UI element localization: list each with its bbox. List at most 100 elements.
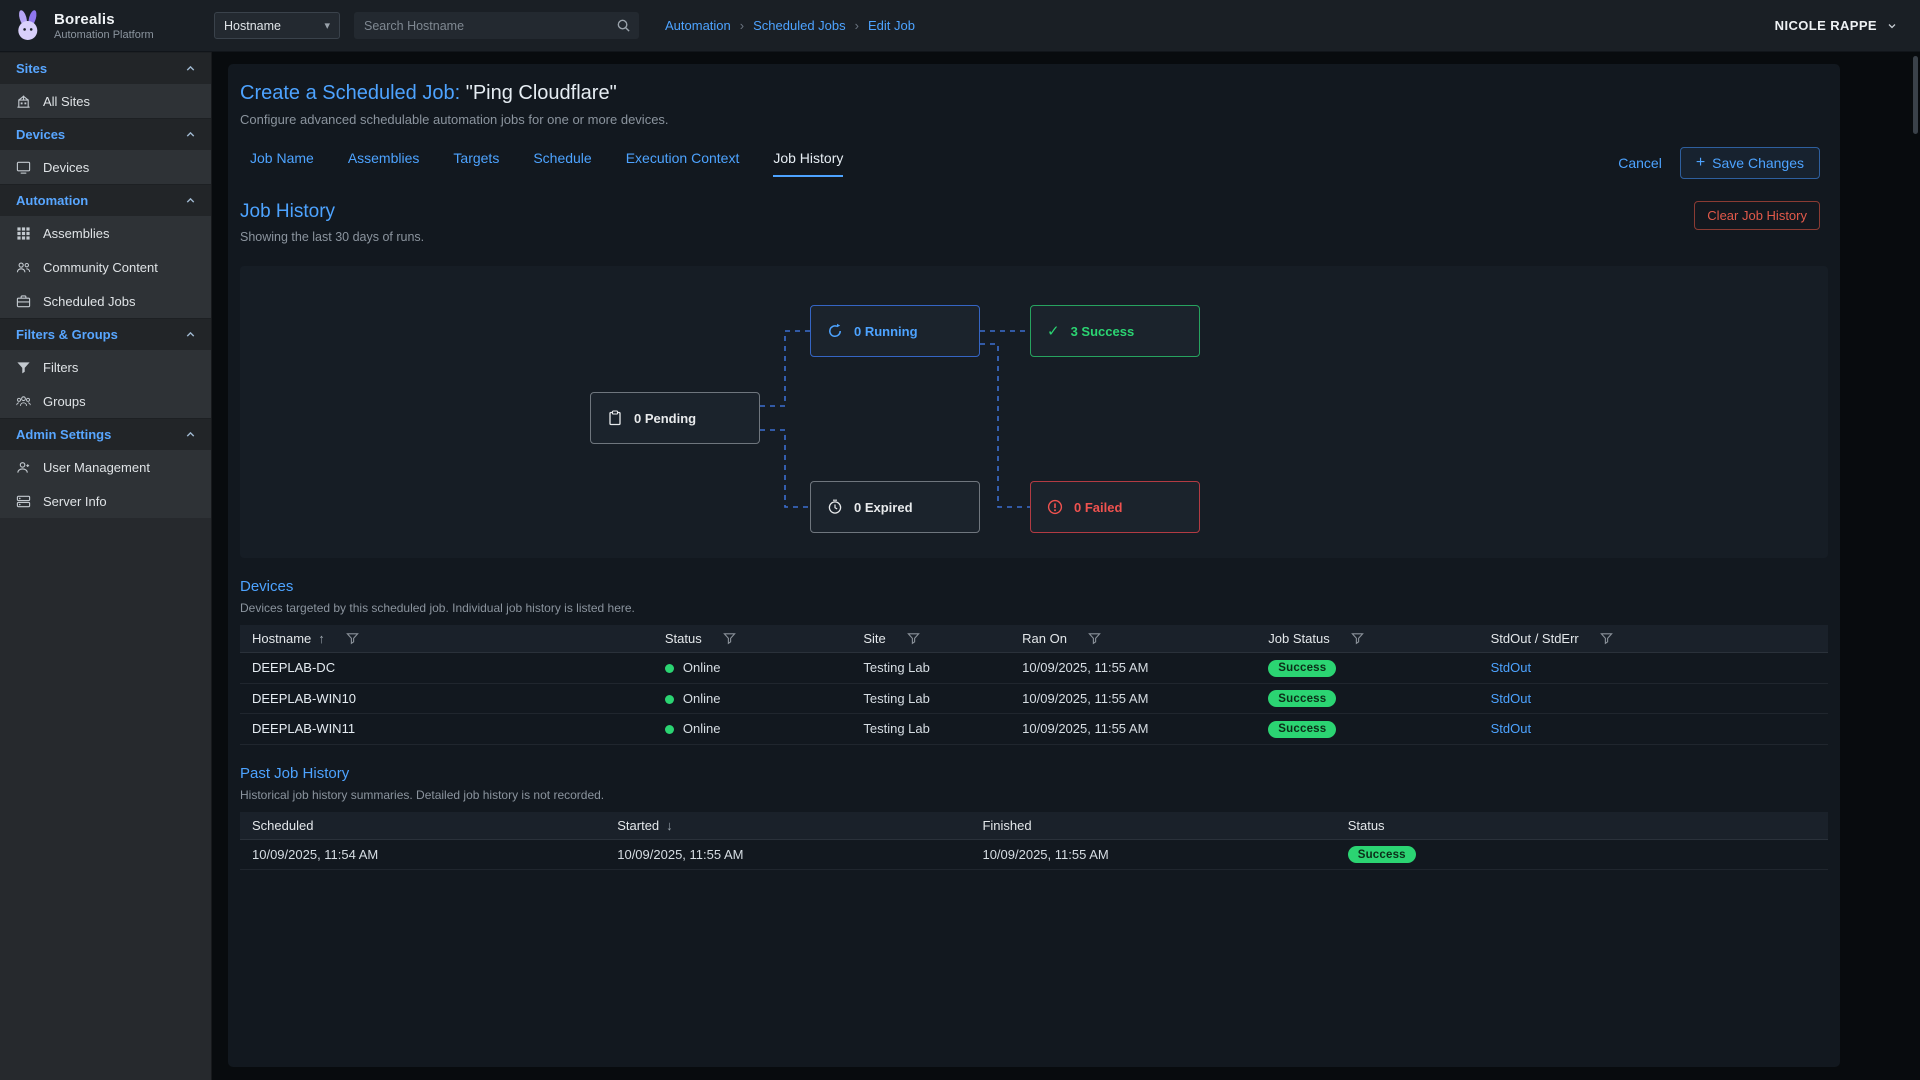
column-header-started[interactable]: Started ↓ xyxy=(605,812,970,840)
sidebar-item-filters[interactable]: Filters xyxy=(0,350,211,384)
sidebar-section-automation[interactable]: Automation xyxy=(0,184,211,216)
filter-icon[interactable] xyxy=(1351,632,1364,645)
sidebar-item-all-sites[interactable]: All Sites xyxy=(0,84,211,118)
sidebar-section-label: Filters & Groups xyxy=(16,327,118,342)
sidebar-section-label: Admin Settings xyxy=(16,427,111,442)
main-content: Create a Scheduled Job: "Ping Cloudflare… xyxy=(212,52,1920,1080)
save-changes-button[interactable]: + Save Changes xyxy=(1680,147,1820,179)
column-label: Started xyxy=(617,818,659,833)
sidebar-section-sites[interactable]: Sites xyxy=(0,52,211,84)
breadcrumb-edit-job[interactable]: Edit Job xyxy=(868,18,915,33)
sidebar-section-filters-groups[interactable]: Filters & Groups xyxy=(0,318,211,350)
breadcrumb-scheduled-jobs[interactable]: Scheduled Jobs xyxy=(753,18,846,33)
sidebar-item-label: Community Content xyxy=(43,260,158,275)
page-title-prefix: Create a Scheduled Job: xyxy=(240,82,460,104)
stdout-link[interactable]: StdOut xyxy=(1491,691,1531,706)
column-header-ran-on[interactable]: Ran On xyxy=(1010,625,1256,653)
cell-status: Online xyxy=(653,653,852,684)
breadcrumb-automation[interactable]: Automation xyxy=(665,18,731,33)
building-icon xyxy=(16,94,31,109)
sort-descending-icon[interactable]: ↓ xyxy=(666,818,673,833)
sidebar-item-groups[interactable]: Groups xyxy=(0,384,211,418)
user-menu[interactable]: NICOLE RAPPE xyxy=(1775,18,1898,33)
column-header-scheduled[interactable]: Scheduled xyxy=(240,812,605,840)
breadcrumb: Automation › Scheduled Jobs › Edit Job xyxy=(665,18,915,33)
search-icon[interactable] xyxy=(616,18,631,33)
status-label: Online xyxy=(683,721,721,736)
column-header-stdout-stderr[interactable]: StdOut / StdErr xyxy=(1479,625,1828,653)
column-label: Job Status xyxy=(1268,631,1329,646)
flow-node-success[interactable]: ✓ 3 Success xyxy=(1030,305,1200,357)
brand: Borealis Automation Platform xyxy=(0,8,212,44)
flow-node-expired[interactable]: 0 Expired xyxy=(810,481,980,533)
hostname-select[interactable]: Hostname ▾ xyxy=(214,12,340,39)
save-changes-label: Save Changes xyxy=(1712,155,1804,171)
cancel-button[interactable]: Cancel xyxy=(1618,155,1662,171)
sidebar-item-server-info[interactable]: Server Info xyxy=(0,484,211,518)
tab-assemblies[interactable]: Assemblies xyxy=(348,150,420,177)
flow-node-failed[interactable]: 0 Failed xyxy=(1030,481,1200,533)
filter-icon[interactable] xyxy=(1600,632,1613,645)
scrollbar-thumb[interactable] xyxy=(1913,56,1918,134)
server-icon xyxy=(16,494,31,509)
filter-icon[interactable] xyxy=(346,632,359,645)
sidebar-item-user-management[interactable]: User Management xyxy=(0,450,211,484)
chevron-up-icon xyxy=(184,128,197,141)
sidebar-item-community-content[interactable]: Community Content xyxy=(0,250,211,284)
status-label: Online xyxy=(683,660,721,675)
cell-job-status: Success xyxy=(1256,714,1478,745)
device-table-row[interactable]: DEEPLAB-DC Online Testing Lab 10/09/2025… xyxy=(240,653,1828,684)
cell-status: Online xyxy=(653,714,852,745)
tabs: Job Name Assemblies Targets Schedule Exe… xyxy=(250,150,843,177)
page-subtitle: Configure advanced schedulable automatio… xyxy=(240,112,1828,127)
sidebar-item-label: Devices xyxy=(43,160,89,175)
breadcrumb-separator-icon: › xyxy=(740,18,744,33)
column-header-hostname[interactable]: Hostname ↑ xyxy=(240,625,653,653)
cell-started: 10/09/2025, 11:55 AM xyxy=(605,839,970,870)
sort-ascending-icon[interactable]: ↑ xyxy=(318,631,325,646)
brand-subtitle: Automation Platform xyxy=(54,29,154,41)
device-table-row[interactable]: DEEPLAB-WIN10 Online Testing Lab 10/09/2… xyxy=(240,683,1828,714)
stdout-link[interactable]: StdOut xyxy=(1491,721,1531,736)
column-header-status[interactable]: Status xyxy=(1336,812,1828,840)
devices-table-header-row: Hostname ↑ Status Site Ran On xyxy=(240,625,1828,653)
devices-subheading: Devices targeted by this scheduled job. … xyxy=(240,601,1828,615)
column-header-finished[interactable]: Finished xyxy=(970,812,1335,840)
column-label: Scheduled xyxy=(252,818,313,833)
clear-job-history-button[interactable]: Clear Job History xyxy=(1694,201,1820,230)
stdout-link[interactable]: StdOut xyxy=(1491,660,1531,675)
cell-stdout: StdOut xyxy=(1479,683,1828,714)
tab-targets[interactable]: Targets xyxy=(453,150,499,177)
sidebar-section-admin-settings[interactable]: Admin Settings xyxy=(0,418,211,450)
flow-node-running[interactable]: 0 Running xyxy=(810,305,980,357)
past-history-subheading: Historical job history summaries. Detail… xyxy=(240,788,1828,802)
column-header-status[interactable]: Status xyxy=(653,625,852,653)
device-table-row[interactable]: DEEPLAB-WIN11 Online Testing Lab 10/09/2… xyxy=(240,714,1828,745)
search-input[interactable] xyxy=(364,19,616,33)
sidebar: Sites All Sites Devices Devices Automati… xyxy=(0,52,212,1080)
sidebar-section-devices[interactable]: Devices xyxy=(0,118,211,150)
sidebar-item-devices[interactable]: Devices xyxy=(0,150,211,184)
flow-node-pending[interactable]: 0 Pending xyxy=(590,392,760,444)
sidebar-item-label: Assemblies xyxy=(43,226,109,241)
column-label: StdOut / StdErr xyxy=(1491,631,1579,646)
tab-job-name[interactable]: Job Name xyxy=(250,150,314,177)
chevron-down-icon xyxy=(1886,20,1898,32)
success-badge: Success xyxy=(1348,846,1416,863)
clock-icon xyxy=(827,499,843,515)
check-icon: ✓ xyxy=(1047,322,1060,340)
filter-icon[interactable] xyxy=(723,632,736,645)
sidebar-item-assemblies[interactable]: Assemblies xyxy=(0,216,211,250)
column-header-job-status[interactable]: Job Status xyxy=(1256,625,1478,653)
cell-stdout: StdOut xyxy=(1479,653,1828,684)
filter-icon[interactable] xyxy=(1088,632,1101,645)
tab-schedule[interactable]: Schedule xyxy=(533,150,591,177)
filter-icon[interactable] xyxy=(907,632,920,645)
tab-job-history[interactable]: Job History xyxy=(773,150,843,177)
column-header-site[interactable]: Site xyxy=(851,625,1010,653)
sidebar-item-scheduled-jobs[interactable]: Scheduled Jobs xyxy=(0,284,211,318)
tab-execution-context[interactable]: Execution Context xyxy=(626,150,740,177)
sidebar-item-label: Server Info xyxy=(43,494,107,509)
past-history-row[interactable]: 10/09/2025, 11:54 AM 10/09/2025, 11:55 A… xyxy=(240,839,1828,870)
job-history-heading: Job History xyxy=(240,201,424,223)
